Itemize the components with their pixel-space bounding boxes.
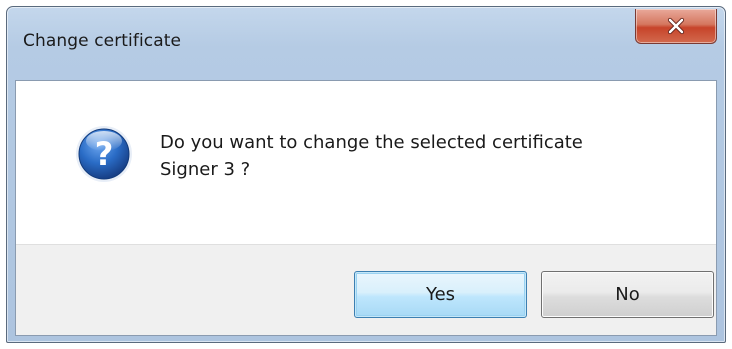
- no-button[interactable]: No: [541, 271, 714, 318]
- title-bar[interactable]: Change certificate: [7, 7, 725, 80]
- question-icon: ?: [76, 126, 132, 182]
- message-line-1: Do you want to change the selected certi…: [160, 132, 583, 153]
- dialog-window: Change certificate ? Do you want to chan…: [6, 6, 726, 343]
- close-button[interactable]: [635, 9, 717, 44]
- close-icon: [667, 17, 685, 35]
- yes-button-label: Yes: [425, 284, 456, 305]
- button-panel: Yes No: [16, 244, 716, 335]
- message-line-2: Signer 3 ?: [160, 159, 251, 180]
- dialog-title: Change certificate: [23, 31, 182, 51]
- message-text: Do you want to change the selected certi…: [160, 129, 583, 183]
- dialog-content: ? Do you want to change the selected cer…: [15, 80, 717, 336]
- svg-text:?: ?: [95, 135, 114, 173]
- message-area: ? Do you want to change the selected cer…: [16, 81, 716, 244]
- no-button-label: No: [615, 284, 640, 305]
- yes-button[interactable]: Yes: [354, 271, 527, 318]
